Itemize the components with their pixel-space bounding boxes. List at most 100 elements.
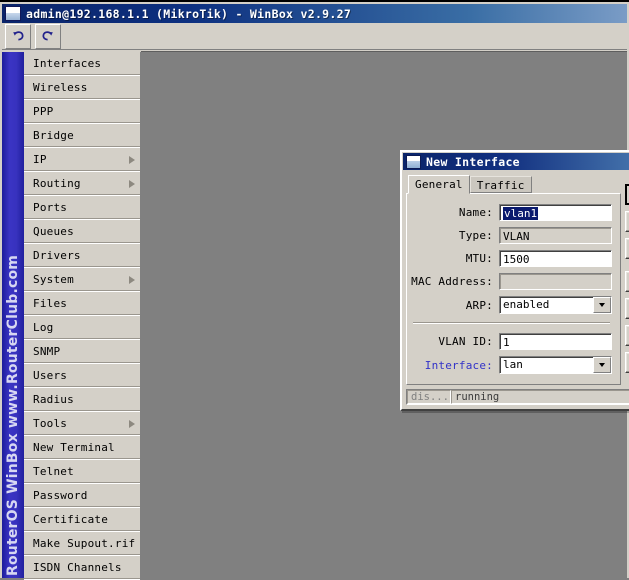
sidebar-item-queues[interactable]: Queues [24,220,140,244]
sidebar-item-routing[interactable]: Routing [24,172,140,196]
disable-button[interactable]: Disable [625,271,629,292]
new-interface-dialog: New Interface ✕ General Traffic Name: vl… [400,150,629,411]
sidebar-item-ports[interactable]: Ports [24,196,140,220]
sidebar-item-label: Ports [33,201,68,214]
desktop-area: New Interface ✕ General Traffic Name: vl… [141,51,629,580]
sidebar-item-label: Radius [33,393,74,406]
field-row-interface: Interface: lan [411,356,612,374]
dialog-body: General Traffic Name: vlan1 Type: VLAN M… [402,171,629,387]
sidebar-item-label: IP [33,153,47,166]
sidebar-item-interfaces[interactable]: Interfaces [24,52,140,76]
sidebar-item-label: Password [33,489,88,502]
watermark-text: RouterOS WinBox www.RouterClub.com [5,254,21,576]
chevron-right-icon [129,156,135,164]
sidebar-item-label: Drivers [33,249,81,262]
arp-selected-value: enabled [503,298,550,311]
dialog-tabstrip: General Traffic [408,175,621,194]
sidebar-item-log[interactable]: Log [24,316,140,340]
comment-button[interactable]: Comment [625,298,629,319]
interface-selected-value: lan [503,358,523,371]
mtu-label: MTU: [465,252,493,265]
sidebar-item-telnet[interactable]: Telnet [24,460,140,484]
sidebar-item-label: Tools [33,417,68,430]
field-row-mtu: MTU: 1500 [411,250,612,267]
status-flag: dis... [407,390,451,404]
vlan-id-label: VLAN ID: [438,335,493,348]
chevron-down-icon[interactable] [593,297,611,313]
arp-label: ARP: [465,298,493,312]
field-row-name: Name: vlan1 [411,204,612,221]
sidebar-item-label: Interfaces [33,57,102,70]
sidebar-item-label: Make Supout.rif [33,537,136,550]
arp-dropdown[interactable]: enabled [499,296,612,314]
general-tab-panel: Name: vlan1 Type: VLAN MTU: 1500 MAC Add… [406,193,621,385]
sidebar-item-bridge[interactable]: Bridge [24,124,140,148]
sidebar-item-make-supout-rif[interactable]: Make Supout.rif [24,532,140,556]
sidebar-item-label: Bridge [33,129,74,142]
undo-icon [11,29,25,43]
chevron-down-icon[interactable] [593,357,611,373]
sidebar-item-files[interactable]: Files [24,292,140,316]
tab-traffic[interactable]: Traffic [469,176,532,193]
chevron-right-icon [129,420,135,428]
redo-icon [41,29,55,43]
sidebar-item-label: Telnet [33,465,74,478]
sidebar-item-system[interactable]: System [24,268,140,292]
chevron-right-icon [129,180,135,188]
dialog-button-column: OK Cancel Apply Disable Comment Copy Rem… [625,175,629,379]
sidebar-item-radius[interactable]: Radius [24,388,140,412]
sidebar-item-users[interactable]: Users [24,364,140,388]
copy-button[interactable]: Copy [625,325,629,346]
sidebar-item-isdn-channels[interactable]: ISDN Channels [24,556,140,580]
dialog-title: New Interface [426,154,520,169]
field-row-type: Type: VLAN [411,227,612,244]
sidebar-item-drivers[interactable]: Drivers [24,244,140,268]
sidebar-item-label: Users [33,369,68,382]
interface-dropdown[interactable]: lan [499,356,612,374]
sidebar-item-label: Log [33,321,54,334]
sidebar-item-label: Certificate [33,513,109,526]
mtu-input[interactable]: 1500 [499,250,612,267]
cancel-button[interactable]: Cancel [625,211,629,232]
sidebar-item-snmp[interactable]: SNMP [24,340,140,364]
sidebar-item-password[interactable]: Password [24,484,140,508]
dialog-window-icon [406,154,421,169]
apply-button[interactable]: Apply [625,238,629,259]
name-input-value: vlan1 [503,207,539,220]
window-icon [5,6,21,21]
sidebar-item-label: PPP [33,105,54,118]
type-value: VLAN [499,227,612,244]
sidebar-item-label: System [33,273,74,286]
field-row-vlan-id: VLAN ID: 1 [411,333,612,350]
vlan-id-input[interactable]: 1 [499,333,612,350]
sidebar-item-label: Files [33,297,68,310]
remove-button[interactable]: Remove [625,352,629,373]
sidebar-item-label: Queues [33,225,74,238]
undo-button[interactable] [5,23,31,49]
dialog-statusbar: dis... running [406,389,629,405]
form-separator [413,322,610,324]
window-titlebar: admin@192.168.1.1 (MikroTik) - WinBox v2… [2,4,627,23]
sidebar-item-label: New Terminal [33,441,115,454]
redo-button[interactable] [35,23,61,49]
sidebar-item-new-terminal[interactable]: New Terminal [24,436,140,460]
interface-label[interactable]: Interface: [411,359,499,372]
winbox-application-window: admin@192.168.1.1 (MikroTik) - WinBox v2… [0,0,629,580]
mac-address-input [499,273,612,290]
ok-button[interactable]: OK [625,184,629,205]
main-toolbar [2,23,627,50]
dialog-titlebar: New Interface ✕ [403,153,629,170]
field-row-arp: ARP: enabled [411,296,612,314]
sidebar-item-certificate[interactable]: Certificate [24,508,140,532]
sidebar-item-ip[interactable]: IP [24,148,140,172]
name-input[interactable]: vlan1 [499,204,612,221]
mac-address-label: MAC Address: [411,275,493,288]
sidebar-item-label: ISDN Channels [33,561,122,574]
chevron-right-icon [129,276,135,284]
sidebar-item-wireless[interactable]: Wireless [24,76,140,100]
sidebar-item-ppp[interactable]: PPP [24,100,140,124]
name-label: Name: [458,206,493,219]
tab-general[interactable]: General [408,175,470,194]
sidebar-item-tools[interactable]: Tools [24,412,140,436]
branding-strip: RouterOS WinBox www.RouterClub.com [2,52,24,578]
